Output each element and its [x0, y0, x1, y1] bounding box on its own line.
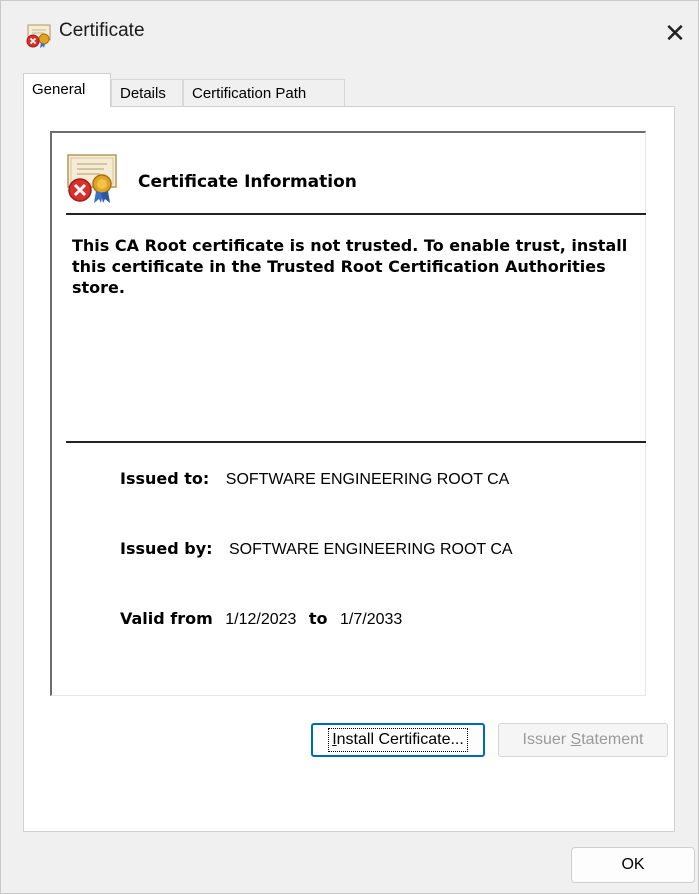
install-certificate-label: Install Certificate...: [328, 728, 468, 752]
tab-details[interactable]: Details: [111, 79, 183, 106]
issuer-label-rest: tatement: [581, 731, 644, 748]
trust-warning-text: This CA Root certificate is not trusted.…: [72, 236, 628, 297]
issuer-statement-label: Issuer Statement: [523, 731, 644, 749]
valid-from-value: 1/12/2023: [225, 611, 297, 628]
tab-general-label: General: [32, 81, 86, 98]
valid-to-label: to: [308, 609, 328, 628]
divider: [66, 213, 646, 215]
certificate-dialog: Certificate ✕ General Details Certificat…: [0, 0, 699, 894]
close-button[interactable]: ✕: [652, 11, 698, 55]
certificate-error-icon: [67, 154, 117, 203]
certificate-info-heading: Certificate Information: [138, 172, 357, 192]
certificate-info-box: Certificate Information This CA Root cer…: [50, 131, 646, 696]
issuer-label-prefix: Issuer: [522, 731, 571, 748]
valid-to-value: 1/7/2033: [340, 611, 403, 628]
divider: [66, 441, 646, 443]
install-certificate-button[interactable]: Install Certificate...: [311, 723, 485, 757]
issued-to-label: Issued to:: [120, 469, 210, 488]
issued-by-row: Issued by: SOFTWARE ENGINEERING ROOT CA: [120, 539, 513, 559]
title-bar[interactable]: Certificate ✕: [1, 1, 698, 65]
ok-label: OK: [621, 856, 645, 873]
issuer-statement-button[interactable]: Issuer Statement: [498, 723, 668, 757]
install-label-rest: nstall Certificate...: [336, 731, 464, 748]
issued-by-label: Issued by:: [120, 539, 213, 558]
close-icon: ✕: [664, 17, 686, 48]
tab-general[interactable]: General: [23, 73, 111, 107]
valid-from-label: Valid from: [120, 609, 213, 628]
tab-certification-path-label: Certification Path: [192, 85, 307, 102]
general-tab-panel: Certificate Information This CA Root cer…: [23, 106, 675, 832]
tab-details-label: Details: [120, 85, 166, 102]
validity-row: Valid from 1/12/2023 to 1/7/2033: [120, 609, 402, 629]
window-title: Certificate: [59, 20, 145, 41]
issued-to-row: Issued to: SOFTWARE ENGINEERING ROOT CA: [120, 469, 509, 489]
tab-certification-path[interactable]: Certification Path: [183, 79, 345, 106]
ok-button[interactable]: OK: [571, 847, 695, 883]
issued-to-value: SOFTWARE ENGINEERING ROOT CA: [225, 471, 510, 488]
issuer-accelerator: S: [570, 731, 582, 748]
issued-by-value: SOFTWARE ENGINEERING ROOT CA: [229, 541, 513, 558]
certificate-error-icon: [26, 24, 51, 48]
